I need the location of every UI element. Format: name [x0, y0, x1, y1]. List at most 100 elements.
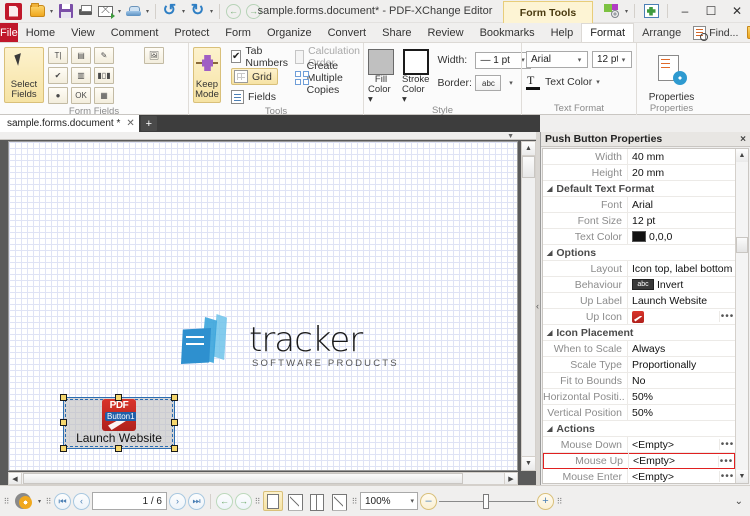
properties-scroll-thumb[interactable] [736, 237, 748, 253]
next-page-button[interactable]: › [169, 492, 186, 510]
properties-row-value[interactable] [627, 308, 719, 325]
properties-row-value[interactable]: Icon top, label bottom [627, 260, 735, 277]
font-size-combo[interactable]: 12 pt ▾ [592, 51, 632, 68]
horizontal-scroll-thumb[interactable] [23, 473, 463, 484]
properties-row-value[interactable]: <Empty> [627, 436, 719, 453]
resize-handle-sw[interactable] [60, 445, 67, 452]
open-icon[interactable] [28, 2, 47, 21]
toolbar-grip[interactable]: ⠿ [3, 492, 10, 510]
properties-row-value[interactable]: Proportionally [627, 356, 735, 373]
zoom-out-button[interactable]: – [420, 492, 437, 510]
menu-item-comment[interactable]: Comment [103, 23, 167, 42]
properties-row-value[interactable]: 0,0,0 [627, 228, 735, 245]
fullscreen-icon[interactable] [639, 0, 663, 22]
pane-splitter[interactable] [536, 132, 540, 485]
menu-item-file[interactable]: File [0, 23, 18, 42]
menu-item-view[interactable]: View [63, 23, 103, 42]
list-box-icon[interactable]: ▤ [71, 47, 91, 64]
combo-box-icon[interactable]: ▥ [71, 67, 91, 84]
properties-row-value[interactable]: Arial [627, 196, 735, 213]
resize-handle-se[interactable] [171, 445, 178, 452]
properties-row-value[interactable]: Launch Website [627, 292, 735, 309]
scroll-up-icon[interactable]: ▲ [736, 149, 748, 162]
properties-row[interactable]: Up Label Launch Website [543, 292, 735, 309]
properties-row-more-button[interactable]: ••• [719, 439, 735, 450]
font-family-combo[interactable]: Arial ▾ [526, 51, 588, 68]
document-horizontal-scrollbar[interactable]: ◀ ▶ [8, 472, 518, 485]
menu-item-format[interactable]: Format [581, 23, 635, 42]
grid-toggle[interactable]: Grid [231, 67, 291, 86]
new-tab-button[interactable]: + [140, 116, 157, 131]
properties-section-icon-placement[interactable]: ◢ Icon Placement [543, 325, 735, 341]
menu-item-share[interactable]: Share [374, 23, 419, 42]
tab-numbers-toggle[interactable]: ✔ Tab Numbers [231, 45, 291, 69]
properties-row-value[interactable]: 50% [627, 388, 735, 405]
zoom-in-button[interactable]: + [537, 492, 554, 510]
menu-item-bookmarks[interactable]: Bookmarks [472, 23, 543, 42]
stroke-color-button[interactable]: Stroke Color ▾ [402, 49, 429, 105]
properties-row-value[interactable]: No [627, 372, 735, 389]
keep-mode-button[interactable]: Keep Mode [193, 47, 221, 103]
plugins-dropdown-icon[interactable]: ▾ [623, 2, 630, 21]
scroll-left-icon[interactable]: ◀ [9, 473, 22, 484]
properties-vertical-scrollbar[interactable]: ▲ ▼ [735, 149, 748, 483]
navigate-forward-button[interactable]: → [235, 492, 252, 510]
properties-row-value[interactable]: 40 mm [627, 149, 735, 165]
previous-page-button[interactable]: ‹ [73, 492, 90, 510]
properties-row[interactable]: Text Color 0,0,0 [543, 228, 735, 245]
properties-section-options[interactable]: ◢ Options [543, 245, 735, 261]
redo-icon[interactable]: ↻ [188, 2, 207, 21]
resize-handle-w[interactable] [60, 419, 67, 426]
properties-row[interactable]: Mouse Up <Empty> ••• [543, 453, 735, 469]
scan-dropdown-icon[interactable]: ▾ [144, 2, 151, 21]
toolbar-grip[interactable]: ⠿ [556, 492, 563, 510]
email-dropdown-icon[interactable]: ▾ [116, 2, 123, 21]
resize-handle-e[interactable] [171, 419, 178, 426]
check-box-icon[interactable]: ✔ [48, 67, 68, 84]
menu-item-organize[interactable]: Organize [259, 23, 320, 42]
email-icon[interactable] [96, 2, 115, 21]
search-button[interactable]: Search... [743, 26, 750, 39]
properties-row[interactable]: Up Icon ••• [543, 308, 735, 325]
properties-row-value[interactable]: Always [627, 340, 735, 357]
two-page-view-button[interactable] [307, 491, 327, 511]
properties-row-more-button[interactable]: ••• [718, 455, 734, 467]
resize-handle-nw[interactable] [60, 394, 67, 401]
properties-row-value[interactable]: abc Invert [627, 276, 735, 293]
push-button-field[interactable]: PDF Button1 Launch Website [60, 394, 178, 452]
first-page-button[interactable]: ⏮ [54, 492, 71, 510]
menu-item-convert[interactable]: Convert [320, 23, 375, 42]
continuous-view-button[interactable] [285, 491, 305, 511]
redo-dropdown-icon[interactable]: ▾ [208, 2, 215, 21]
toolbar-grip[interactable]: ⠿ [351, 492, 358, 510]
scroll-down-icon[interactable]: ▼ [522, 456, 535, 470]
save-icon[interactable] [56, 2, 75, 21]
document-tab[interactable]: sample.forms.document * ✕ [0, 115, 139, 132]
text-color-button[interactable]: Text Color ▾ [526, 73, 600, 90]
fill-color-button[interactable]: Fill Color ▾ [368, 49, 394, 105]
properties-row[interactable]: When to Scale Always [543, 340, 735, 357]
zoom-slider-thumb[interactable] [483, 493, 489, 509]
close-icon[interactable]: ✕ [126, 118, 134, 129]
menu-item-home[interactable]: Home [18, 23, 63, 42]
scroll-up-icon[interactable]: ▲ [522, 142, 535, 156]
properties-row[interactable]: Width 40 mm [543, 149, 735, 165]
two-page-cover-view-button[interactable] [329, 491, 349, 511]
vertical-scroll-thumb[interactable] [522, 156, 535, 178]
single-page-view-button[interactable] [263, 491, 283, 511]
date-field-icon[interactable]: ▦ [94, 87, 114, 104]
border-dropdown-icon[interactable]: ▾ [505, 79, 516, 87]
signature-field-icon[interactable]: ✎ [94, 47, 114, 64]
properties-row[interactable]: Layout Icon top, label bottom [543, 260, 735, 277]
properties-button-label[interactable]: Properties [649, 92, 695, 103]
zoom-slider[interactable] [439, 493, 535, 510]
close-icon[interactable]: × [740, 134, 746, 145]
back-icon[interactable]: ← [224, 2, 243, 21]
properties-row-value[interactable]: 50% [627, 404, 735, 421]
menu-item-review[interactable]: Review [419, 23, 471, 42]
plugins-icon[interactable] [599, 0, 623, 22]
properties-row[interactable]: Horizontal Positi.. 50% [543, 388, 735, 405]
menu-item-help[interactable]: Help [543, 23, 582, 42]
settings-dropdown-icon[interactable]: ▾ [36, 492, 43, 511]
page-canvas[interactable]: tracker SOFTWARE PRODUCTS PDF Button1 La… [8, 141, 518, 471]
